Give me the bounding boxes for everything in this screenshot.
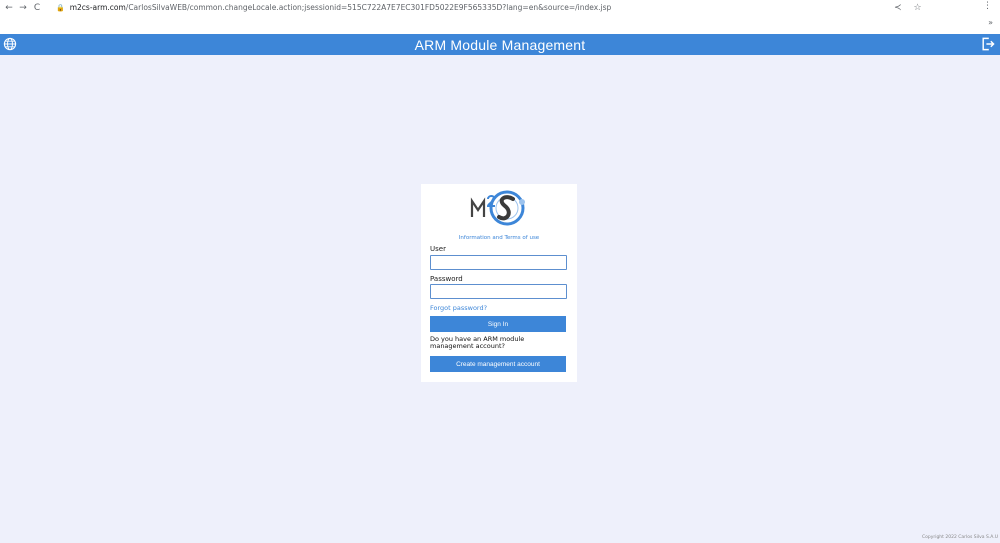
m2s-logo [470,190,525,226]
url-domain: m2cs-arm.com [69,3,126,12]
share-icon[interactable]: ≺ [894,3,902,13]
globe-icon[interactable] [3,37,17,51]
user-label: User [430,245,446,253]
info-terms-link[interactable]: Information and Terms of use [421,235,577,241]
forgot-password-link[interactable]: Forgot password? [430,304,487,312]
account-question-text: Do you have an ARM module management acc… [430,335,525,350]
logout-icon[interactable] [980,36,996,52]
url-path: /CarlosSilvaWEB/common.changeLocale.acti… [125,3,612,12]
bookmark-star-icon[interactable]: ☆ [914,3,922,13]
user-input[interactable] [430,255,567,270]
forward-arrow-icon[interactable]: → [16,0,30,15]
page-title: ARM Module Management [414,36,586,53]
lock-icon[interactable]: 🔒 [56,4,65,12]
browser-toolbar: ← → C 🔒 m2cs-arm.com/CarlosSilvaWEB/comm… [0,0,1000,15]
back-arrow-icon[interactable]: ← [2,0,16,15]
bookmarks-bar: » [0,15,1000,34]
extensions-chevron-icon[interactable]: » [988,18,993,27]
reload-icon[interactable]: C [30,0,44,15]
address-bar[interactable]: 🔒 m2cs-arm.com/CarlosSilvaWEB/common.cha… [52,1,872,14]
sign-in-button[interactable]: Sign In [430,316,566,332]
create-account-button[interactable]: Create management account [430,356,566,372]
browser-menu-icon[interactable]: ⋮ [983,1,992,11]
app-header: ARM Module Management [0,34,1000,55]
password-label: Password [430,275,463,283]
copyright-text: Copyright 2022 Carlos Silva S.A.U [921,535,998,540]
login-card: Information and Terms of use User Passwo… [421,184,577,382]
password-input[interactable] [430,284,567,299]
